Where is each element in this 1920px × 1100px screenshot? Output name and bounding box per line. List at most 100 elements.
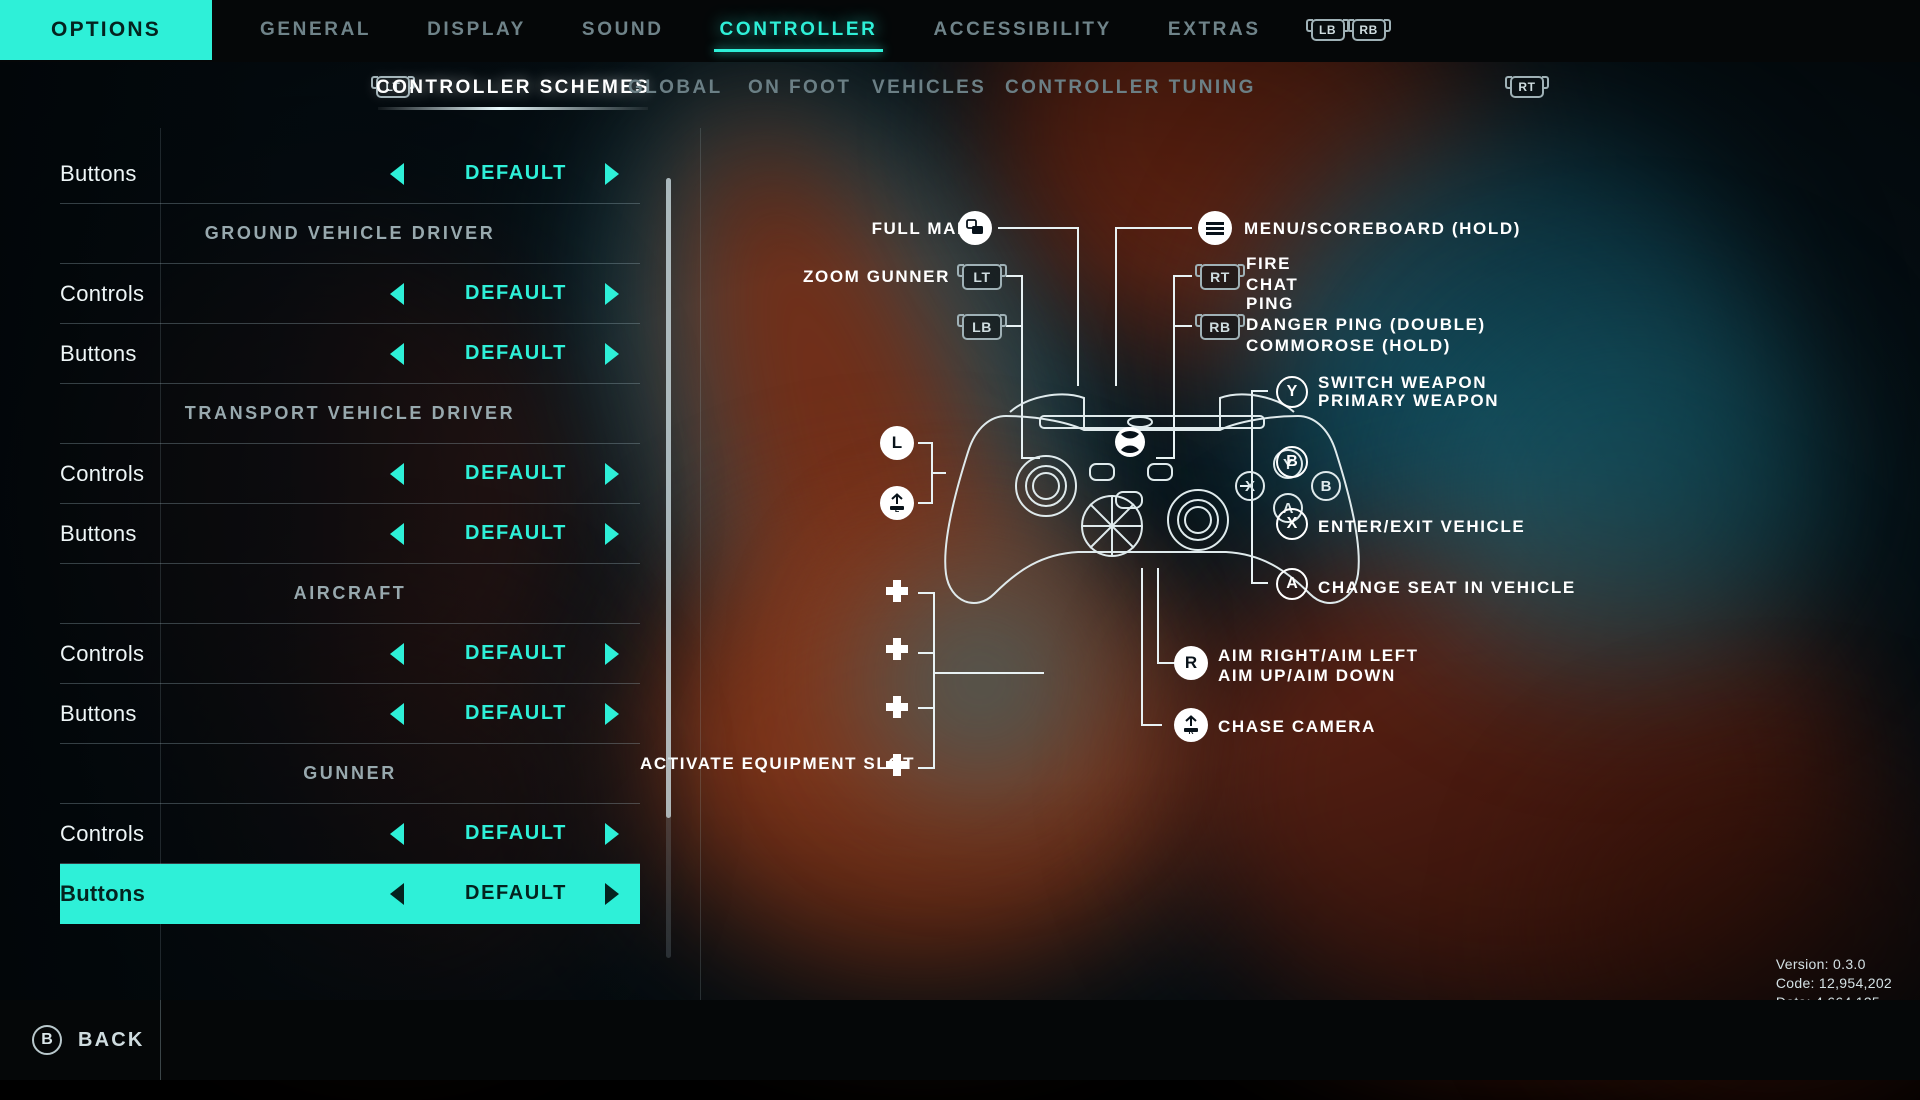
options-title-tag: OPTIONS xyxy=(0,0,212,60)
back-button-glyph[interactable]: B xyxy=(32,1025,62,1055)
option-row-value: DEFAULT xyxy=(456,522,576,545)
x-button-label: X xyxy=(1287,515,1298,533)
option-row-label: Buttons xyxy=(60,521,137,547)
option-row-label: Buttons xyxy=(60,881,145,907)
label-rb-commorose: COMMOROSE (HOLD) xyxy=(1246,335,1451,356)
option-row-label: Buttons xyxy=(60,161,137,187)
main-tab-controller[interactable]: CONTROLLER xyxy=(692,0,906,60)
view-button-icon xyxy=(958,211,992,245)
right-stick-label: R xyxy=(1185,653,1197,673)
option-row-label: Controls xyxy=(60,821,144,847)
x-button-icon: X xyxy=(1276,508,1308,540)
option-row-label: Controls xyxy=(60,461,144,487)
increment-arrow-icon[interactable] xyxy=(605,343,619,365)
sub-tab-vehicles[interactable]: VEHICLES xyxy=(872,62,986,114)
decrement-arrow-icon[interactable] xyxy=(390,703,404,725)
a-button-label: A xyxy=(1286,575,1298,593)
option-row-label: Buttons xyxy=(60,341,137,367)
section-header: AIRCRAFT xyxy=(60,564,640,624)
main-tab-list: GENERALDISPLAYSOUNDCONTROLLERACCESSIBILI… xyxy=(232,0,1386,60)
main-tab-general[interactable]: GENERAL xyxy=(232,0,399,60)
option-row-value: DEFAULT xyxy=(456,462,576,485)
option-row-value: DEFAULT xyxy=(456,642,576,665)
top-navigation-bar: OPTIONS GENERALDISPLAYSOUNDCONTROLLERACC… xyxy=(0,0,1920,62)
sub-tab-controller-schemes[interactable]: CONTROLLER SCHEMES xyxy=(376,62,650,114)
decrement-arrow-icon[interactable] xyxy=(390,523,404,545)
lt-binding-chip: LT xyxy=(962,264,1002,290)
increment-arrow-icon[interactable] xyxy=(605,523,619,545)
increment-arrow-icon[interactable] xyxy=(605,883,619,905)
option-row[interactable]: ButtonsDEFAULT xyxy=(60,864,640,924)
main-tab-extras[interactable]: EXTRAS xyxy=(1140,0,1289,60)
rt-chip: RT xyxy=(1510,76,1544,98)
dpad-glyph-3 xyxy=(882,694,912,724)
y-button-icon: Y xyxy=(1276,376,1308,408)
menu-button-icon xyxy=(1198,211,1232,245)
sub-tab-global[interactable]: GLOBAL xyxy=(628,62,723,114)
main-tab-accessibility[interactable]: ACCESSIBILITY xyxy=(905,0,1139,60)
decrement-arrow-icon[interactable] xyxy=(390,463,404,485)
code-line: Code: 12,954,202 xyxy=(1776,974,1892,993)
label-rb-ping: PING xyxy=(1246,293,1294,314)
rt-binding-chip-wrap: RT xyxy=(1200,264,1240,290)
label-zoom-gunner: ZOOM GUNNER xyxy=(700,266,950,287)
decrement-arrow-icon[interactable] xyxy=(390,823,404,845)
back-button-label[interactable]: BACK xyxy=(78,1029,145,1052)
rb-binding-chip: RB xyxy=(1200,314,1240,340)
rt-binding-chip: RT xyxy=(1200,264,1240,290)
left-stick-label: L xyxy=(892,433,902,453)
option-row[interactable]: Controls DEFAULT xyxy=(60,264,640,324)
increment-arrow-icon[interactable] xyxy=(605,823,619,845)
sub-tab-controller-tuning[interactable]: CONTROLLER TUNING xyxy=(1005,62,1256,114)
b-button-label: B xyxy=(1286,453,1298,471)
rt-trigger-hint: RT xyxy=(1510,76,1544,98)
option-row[interactable]: ButtonsDEFAULT xyxy=(60,324,640,384)
sub-tab-on-foot[interactable]: ON FOOT xyxy=(748,62,851,114)
right-stick-press-icon: R xyxy=(1174,708,1208,742)
label-rb-danger-ping: DANGER PING (DOUBLE) xyxy=(1246,314,1486,335)
panel-split-divider xyxy=(700,128,701,1000)
option-row[interactable]: Controls DEFAULT xyxy=(60,444,640,504)
option-row-value: DEFAULT xyxy=(456,702,576,725)
menu-glyph xyxy=(1206,221,1224,235)
increment-arrow-icon[interactable] xyxy=(605,463,619,485)
option-row[interactable]: Buttons DEFAULT xyxy=(60,504,640,564)
decrement-arrow-icon[interactable] xyxy=(390,643,404,665)
controller-diagram: Y X B A FULL MAP ZOOM GUNNER LT LB L L xyxy=(700,128,1920,1008)
scrollbar-thumb[interactable] xyxy=(666,178,671,818)
increment-arrow-icon[interactable] xyxy=(605,163,619,185)
bumper-hints: LBRB xyxy=(1311,19,1386,41)
option-row-value: DEFAULT xyxy=(456,282,576,305)
svg-text:L: L xyxy=(895,507,900,513)
lb-binding-chip: LB xyxy=(962,314,1002,340)
decrement-arrow-icon[interactable] xyxy=(390,883,404,905)
lb-binding-chip-wrap: LB xyxy=(962,314,1002,340)
option-row-value: DEFAULT xyxy=(456,162,576,185)
option-row[interactable]: Buttons DEFAULT xyxy=(60,144,640,204)
label-full-map: FULL MAP xyxy=(730,218,970,239)
option-row-label: Controls xyxy=(60,641,144,667)
option-row[interactable]: Controls DEFAULT xyxy=(60,624,640,684)
main-tab-display[interactable]: DISPLAY xyxy=(399,0,554,60)
decrement-arrow-icon[interactable] xyxy=(390,163,404,185)
option-row-label: Controls xyxy=(60,281,144,307)
scrollbar-track[interactable] xyxy=(666,178,671,958)
option-row[interactable]: ButtonsDEFAULT xyxy=(60,684,640,744)
option-row[interactable]: ControlsDEFAULT xyxy=(60,804,640,864)
decrement-arrow-icon[interactable] xyxy=(390,283,404,305)
label-menu-scoreboard: MENU/SCOREBOARD (HOLD) xyxy=(1244,218,1521,239)
increment-arrow-icon[interactable] xyxy=(605,703,619,725)
dpad-icon-1 xyxy=(880,576,914,610)
dpad-icon-3 xyxy=(880,692,914,726)
main-tab-sound[interactable]: SOUND xyxy=(554,0,692,60)
right-stick-icon: R xyxy=(1174,646,1208,680)
lt-binding-chip-wrap: LT xyxy=(962,264,1002,290)
decrement-arrow-icon[interactable] xyxy=(390,343,404,365)
a-button-icon: A xyxy=(1276,568,1308,600)
increment-arrow-icon[interactable] xyxy=(605,643,619,665)
label-primary-weapon: PRIMARY WEAPON xyxy=(1318,390,1499,411)
sub-navigation-bar: LT RT CONTROLLER SCHEMESGLOBALON FOOTVEH… xyxy=(0,62,1920,114)
b-button-icon: B xyxy=(1276,446,1308,478)
version-line: Version: 0.3.0 xyxy=(1776,955,1892,974)
increment-arrow-icon[interactable] xyxy=(605,283,619,305)
